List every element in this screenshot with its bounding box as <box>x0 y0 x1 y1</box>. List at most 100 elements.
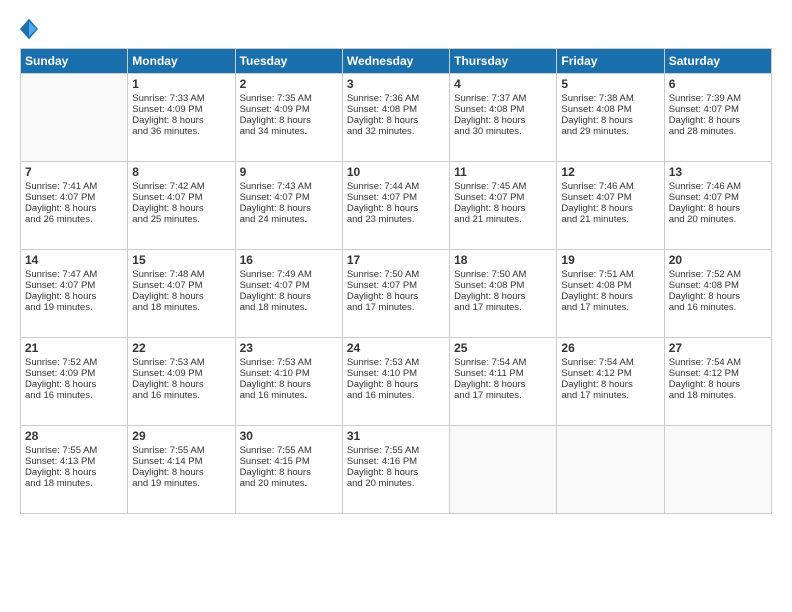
day-info: Daylight: 8 hours <box>240 203 338 214</box>
day-info: Daylight: 8 hours <box>132 203 230 214</box>
day-info: Daylight: 8 hours <box>132 379 230 390</box>
calendar-cell: 24Sunrise: 7:53 AMSunset: 4:10 PMDayligh… <box>342 338 449 426</box>
calendar-week-1: 1 Sunrise: 7:33 AMSunset: 4:09 PM Daylight… <box>21 74 772 162</box>
day-info: Sunrise: 7:45 AM <box>454 181 552 192</box>
day-info: Sunset: 4:07 PM <box>669 104 767 115</box>
calendar-cell: 6Sunrise: 7:39 AMSunset: 4:07 PMDaylight… <box>664 74 771 162</box>
day-number: 24 <box>347 341 445 355</box>
day-number: 18 <box>454 253 552 267</box>
header-tuesday: Tuesday <box>235 49 342 74</box>
day-number: 7 <box>25 165 123 179</box>
calendar-cell: 17Sunrise: 7:50 AMSunset: 4:07 PMDayligh… <box>342 250 449 338</box>
day-info: Daylight: 8 hours <box>25 291 123 302</box>
day-info: and 19 minutes. <box>132 478 230 489</box>
header-sunday: Sunday <box>21 49 128 74</box>
day-info: Sunrise: 7:55 AM <box>347 445 445 456</box>
calendar-cell <box>21 74 128 162</box>
day-info: Sunrise: 7:43 AM <box>240 181 338 192</box>
day-number: 2 <box>240 77 338 91</box>
day-info: and 20 minutes. <box>240 478 338 489</box>
calendar-header-row: SundayMondayTuesdayWednesdayThursdayFrid… <box>21 49 772 74</box>
day-number: 26 <box>561 341 659 355</box>
day-info: Sunset: 4:08 PM <box>561 104 659 115</box>
day-number: 1 <box>132 77 230 91</box>
day-info: Sunrise: 7:52 AM <box>669 269 767 280</box>
day-info: and 18 minutes. <box>240 302 338 313</box>
day-number: 23 <box>240 341 338 355</box>
day-info: Daylight: 8 hours <box>669 115 767 126</box>
day-info: Sunrise: 7:55 AM <box>25 445 123 456</box>
day-info: and 29 minutes. <box>561 126 659 137</box>
day-info: and 21 minutes. <box>561 214 659 225</box>
header-wednesday: Wednesday <box>342 49 449 74</box>
day-info: and 25 minutes. <box>132 214 230 225</box>
calendar-cell: 9Sunrise: 7:43 AMSunset: 4:07 PMDaylight… <box>235 162 342 250</box>
day-info: and 26 minutes. <box>25 214 123 225</box>
day-info: Sunset: 4:08 PM <box>669 280 767 291</box>
day-number: 22 <box>132 341 230 355</box>
day-number: 11 <box>454 165 552 179</box>
calendar-cell: 10 Sunrise: 7:44 AMSunset: 4:07 PMDayligh… <box>342 162 449 250</box>
calendar-cell: 20Sunrise: 7:52 AMSunset: 4:08 PMDayligh… <box>664 250 771 338</box>
day-info: Sunset: 4:08 PM <box>347 104 445 115</box>
calendar-cell: 12Sunrise: 7:46 AMSunset: 4:07 PMDayligh… <box>557 162 664 250</box>
calendar-cell <box>450 426 557 514</box>
day-info: Daylight: 8 hours <box>347 115 445 126</box>
day-info: and 30 minutes. <box>454 126 552 137</box>
day-number: 12 <box>561 165 659 179</box>
day-info: Sunrise: 7:46 AM <box>561 181 659 192</box>
day-number: 28 <box>25 429 123 443</box>
day-number: 25 <box>454 341 552 355</box>
day-info: Daylight: 8 hours <box>454 115 552 126</box>
day-number: 5 <box>561 77 659 91</box>
calendar-week-3: 14Sunrise: 7:47 AMSunset: 4:07 PMDayligh… <box>21 250 772 338</box>
calendar-cell: 18Sunrise: 7:50 AMSunset: 4:08 PMDayligh… <box>450 250 557 338</box>
calendar-week-5: 28Sunrise: 7:55 AMSunset: 4:13 PMDayligh… <box>21 426 772 514</box>
calendar-cell: 19Sunrise: 7:51 AMSunset: 4:08 PMDayligh… <box>557 250 664 338</box>
day-info: Daylight: 8 hours <box>347 467 445 478</box>
day-info: Sunset: 4:13 PM <box>25 456 123 467</box>
header-thursday: Thursday <box>450 49 557 74</box>
day-info: Sunrise: 7:49 AM <box>240 269 338 280</box>
day-info: Daylight: 8 hours <box>347 291 445 302</box>
calendar-cell: 11Sunrise: 7:45 AMSunset: 4:07 PMDayligh… <box>450 162 557 250</box>
day-info: Sunset: 4:12 PM <box>561 368 659 379</box>
day-info: Sunrise: 7:33 AM <box>132 93 230 104</box>
day-info: Sunrise: 7:53 AM <box>347 357 445 368</box>
calendar-cell: 15Sunrise: 7:48 AMSunset: 4:07 PMDayligh… <box>128 250 235 338</box>
day-info: Sunset: 4:08 PM <box>561 280 659 291</box>
day-info: Sunset: 4:16 PM <box>347 456 445 467</box>
day-number: 10 <box>347 165 445 179</box>
day-info: Sunrise: 7:36 AM <box>347 93 445 104</box>
day-info: Sunset: 4:11 PM <box>454 368 552 379</box>
day-info: Sunrise: 7:51 AM <box>561 269 659 280</box>
day-info: Sunset: 4:09 PM <box>132 104 230 115</box>
calendar-cell: 7Sunrise: 7:41 AMSunset: 4:07 PMDaylight… <box>21 162 128 250</box>
day-info: Sunset: 4:09 PM <box>132 368 230 379</box>
day-info: and 19 minutes. <box>25 302 123 313</box>
day-info: Daylight: 8 hours <box>347 203 445 214</box>
day-info: Sunset: 4:08 PM <box>454 280 552 291</box>
day-info: Daylight: 8 hours <box>25 203 123 214</box>
day-info: Sunrise: 7:48 AM <box>132 269 230 280</box>
day-info: Sunset: 4:08 PM <box>454 104 552 115</box>
calendar-cell: 1Sunrise: 7:33 AMSunset: 4:09 PMDaylight… <box>128 74 235 162</box>
header-saturday: Saturday <box>664 49 771 74</box>
day-info: and 17 minutes. <box>454 302 552 313</box>
day-info: Sunset: 4:07 PM <box>347 192 445 203</box>
day-info: Sunset: 4:07 PM <box>347 280 445 291</box>
day-info: Sunrise: 7:55 AM <box>132 445 230 456</box>
day-info: Sunset: 4:14 PM <box>132 456 230 467</box>
day-info: and 16 minutes. <box>347 390 445 401</box>
day-info: Sunrise: 7:44 AM <box>347 181 445 192</box>
day-number: 17 <box>347 253 445 267</box>
calendar-cell: 13Sunrise: 7:46 AMSunset: 4:07 PMDayligh… <box>664 162 771 250</box>
day-info: and 23 minutes. <box>347 214 445 225</box>
calendar-cell: 3Sunrise: 7:36 AMSunset: 4:08 PMDaylight… <box>342 74 449 162</box>
day-number: 19 <box>561 253 659 267</box>
day-info: Sunset: 4:07 PM <box>25 280 123 291</box>
day-number: 4 <box>454 77 552 91</box>
day-info: Daylight: 8 hours <box>454 291 552 302</box>
day-info: and 17 minutes. <box>454 390 552 401</box>
day-info: Sunrise: 7:53 AM <box>132 357 230 368</box>
